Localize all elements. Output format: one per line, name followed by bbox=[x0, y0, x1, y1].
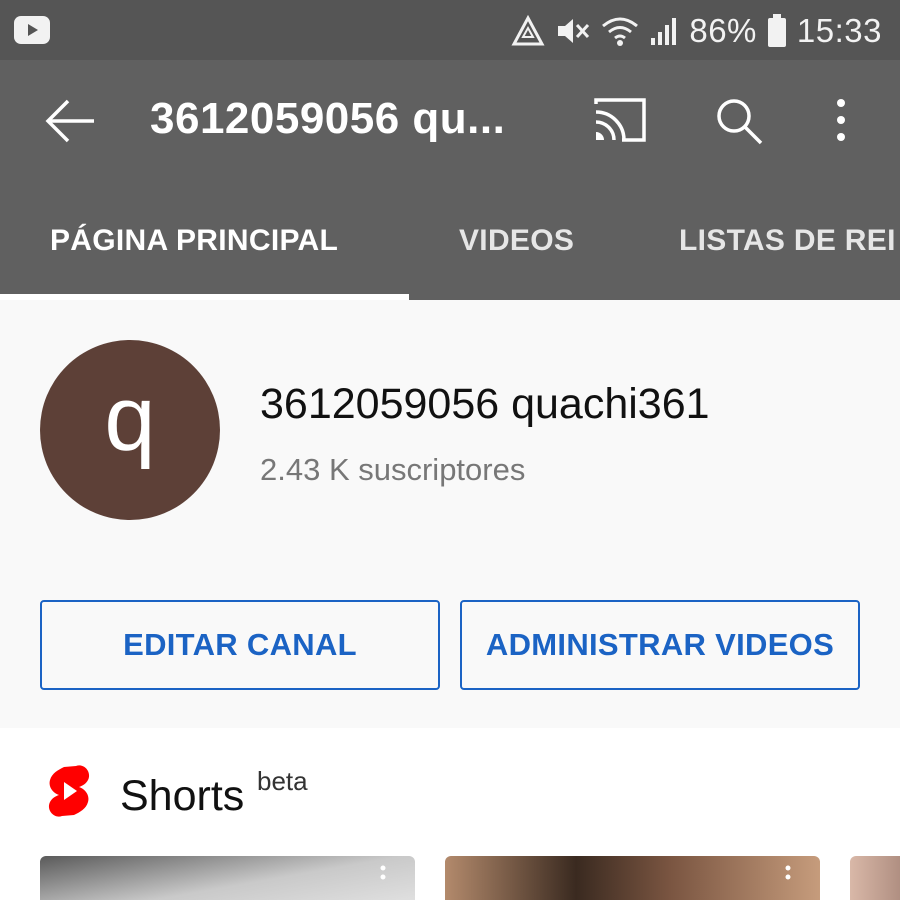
status-bar: 86% 15:33 bbox=[0, 0, 900, 60]
back-arrow-icon[interactable] bbox=[44, 96, 100, 146]
beta-badge: beta bbox=[257, 766, 308, 796]
clock: 15:33 bbox=[796, 12, 882, 49]
tab-playlists[interactable]: LISTAS DE REI bbox=[679, 224, 896, 258]
app-bar: 3612059056 qu... bbox=[0, 60, 900, 184]
channel-tabs: PÁGINA PRINCIPAL VIDEOS LISTAS DE REI bbox=[0, 184, 900, 300]
channel-header: q 3612059056 quachi361 2.43 K suscriptor… bbox=[0, 300, 900, 728]
subscriber-count: 2.43 K suscriptores bbox=[260, 452, 526, 487]
recycle-icon bbox=[511, 15, 545, 47]
search-icon[interactable] bbox=[714, 96, 764, 151]
page-title: 3612059056 qu... bbox=[150, 94, 506, 143]
signal-icon bbox=[649, 16, 679, 46]
battery-percent: 86% bbox=[689, 12, 757, 49]
more-options-icon[interactable] bbox=[379, 864, 387, 889]
short-thumbnail[interactable] bbox=[40, 856, 415, 900]
more-options-icon[interactable] bbox=[784, 864, 792, 889]
channel-name: 3612059056 quachi361 bbox=[260, 380, 710, 428]
tab-home[interactable]: PÁGINA PRINCIPAL bbox=[50, 224, 338, 258]
youtube-notification-icon bbox=[14, 16, 50, 49]
shorts-section: Shorts beta bbox=[0, 728, 900, 900]
tab-videos[interactable]: VIDEOS bbox=[459, 224, 574, 258]
shorts-title: Shorts bbox=[120, 772, 245, 820]
wifi-icon bbox=[601, 15, 639, 47]
more-options-icon[interactable] bbox=[834, 98, 848, 147]
mute-icon bbox=[555, 15, 591, 47]
short-thumbnail[interactable] bbox=[445, 856, 820, 900]
avatar[interactable]: q bbox=[40, 340, 220, 520]
edit-channel-button[interactable]: EDITAR CANAL bbox=[40, 600, 440, 690]
battery-icon bbox=[767, 14, 787, 48]
cast-icon[interactable] bbox=[592, 98, 648, 147]
manage-videos-button[interactable]: ADMINISTRAR VIDEOS bbox=[460, 600, 860, 690]
shorts-icon bbox=[46, 764, 92, 823]
short-thumbnail[interactable] bbox=[850, 856, 900, 900]
